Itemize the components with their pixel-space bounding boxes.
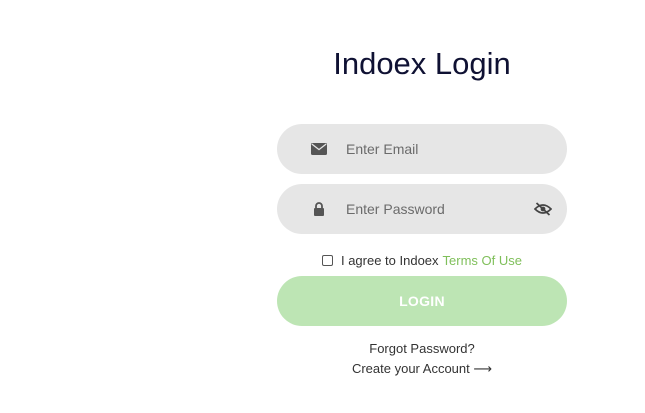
lock-icon xyxy=(310,184,328,234)
terms-agreement: I agree to Indoex Terms Of Use xyxy=(277,250,567,270)
forgot-password-link[interactable]: Forgot Password? xyxy=(277,341,567,356)
login-page: Indoex Login I agree to Indo xyxy=(0,0,645,413)
terms-of-use-link[interactable]: Terms Of Use xyxy=(443,253,522,268)
login-button[interactable]: LOGIN xyxy=(277,276,567,326)
create-account-label: Create your Account xyxy=(351,361,470,376)
eye-slash-icon[interactable] xyxy=(533,184,553,234)
terms-checkbox[interactable] xyxy=(321,254,333,266)
page-title: Indoex Login xyxy=(333,46,511,81)
password-field[interactable] xyxy=(277,184,567,234)
envelope-icon xyxy=(310,124,328,174)
arrow-right-icon: ⟶ xyxy=(473,361,493,376)
create-account-link[interactable]: Create your Account ⟶ xyxy=(277,361,567,377)
terms-text: I agree to Indoex xyxy=(340,252,439,268)
forgot-password-label: Forgot Password? xyxy=(369,341,475,356)
email-input[interactable] xyxy=(346,124,526,174)
email-field[interactable] xyxy=(277,124,567,174)
password-input[interactable] xyxy=(346,184,526,234)
